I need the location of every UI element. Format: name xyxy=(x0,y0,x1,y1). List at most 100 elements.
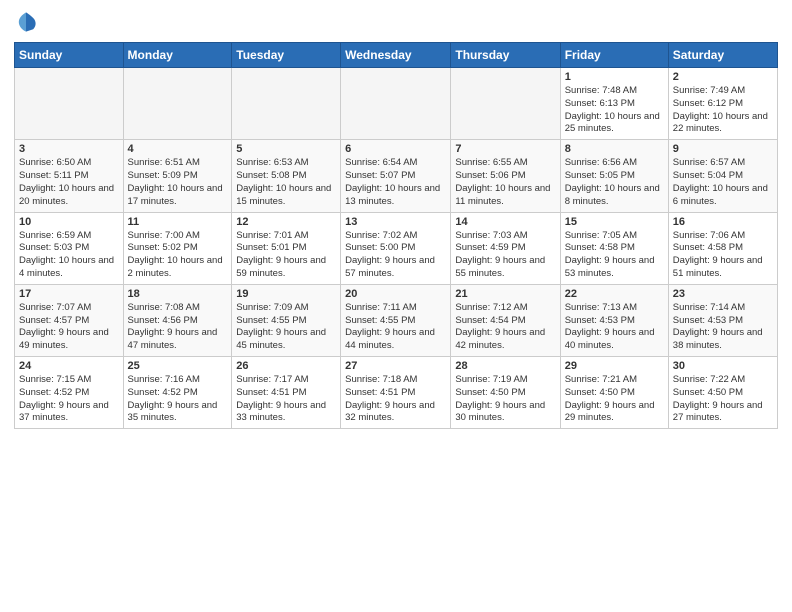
calendar-week-row: 3 Sunrise: 6:50 AM Sunset: 5:11 PM Daylig… xyxy=(15,140,778,212)
calendar-cell: 28Sunrise: 7:19 AM Sunset: 4:50 PM Dayli… xyxy=(451,357,560,429)
day-number: 27 xyxy=(345,360,446,372)
day-info: Sunrise: 7:02 AM Sunset: 5:00 PM Dayligh… xyxy=(345,230,446,281)
weekday-header-tuesday: Tuesday xyxy=(232,43,341,68)
day-info: Sunrise: 7:08 AM Sunset: 4:56 PM Dayligh… xyxy=(128,302,228,353)
calendar-cell: 23 Sunrise: 7:14 AM Sunset: 4:53 PM Dayli… xyxy=(668,284,777,356)
calendar-cell: 13 Sunrise: 7:02 AM Sunset: 5:00 PM Dayli… xyxy=(341,212,451,284)
day-info: Sunrise: 7:17 AM Sunset: 4:51 PM Dayligh… xyxy=(236,374,336,425)
day-info: Sunrise: 6:54 AM Sunset: 5:07 PM Dayligh… xyxy=(345,157,446,208)
calendar-cell xyxy=(341,68,451,140)
page-container: SundayMondayTuesdayWednesdayThursdayFrid… xyxy=(0,0,792,437)
calendar-cell: 19 Sunrise: 7:09 AM Sunset: 4:55 PM Dayli… xyxy=(232,284,341,356)
day-info: Sunrise: 7:09 AM Sunset: 4:55 PM Dayligh… xyxy=(236,302,336,353)
day-info: Sunrise: 7:12 AM Sunset: 4:54 PM Dayligh… xyxy=(455,302,555,353)
weekday-header-row: SundayMondayTuesdayWednesdayThursdayFrid… xyxy=(15,43,778,68)
day-info: Sunrise: 7:06 AM Sunset: 4:58 PM Dayligh… xyxy=(673,230,773,281)
day-info: Sunrise: 7:15 AM Sunset: 4:52 PM Dayligh… xyxy=(19,374,119,425)
day-info: Sunrise: 7:21 AM Sunset: 4:50 PM Dayligh… xyxy=(565,374,664,425)
logo-icon xyxy=(14,10,38,34)
day-number: 15 xyxy=(565,216,664,228)
day-number: 26 xyxy=(236,360,336,372)
calendar-cell: 16 Sunrise: 7:06 AM Sunset: 4:58 PM Dayli… xyxy=(668,212,777,284)
day-number: 16 xyxy=(673,216,773,228)
weekday-header-saturday: Saturday xyxy=(668,43,777,68)
day-info: Sunrise: 6:51 AM Sunset: 5:09 PM Dayligh… xyxy=(128,157,228,208)
day-info: Sunrise: 7:19 AM Sunset: 4:50 PM Dayligh… xyxy=(455,374,555,425)
calendar-cell: 22 Sunrise: 7:13 AM Sunset: 4:53 PM Dayli… xyxy=(560,284,668,356)
calendar-week-row: 1 Sunrise: 7:48 AM Sunset: 6:13 PM Daylig… xyxy=(15,68,778,140)
day-info: Sunrise: 7:11 AM Sunset: 4:55 PM Dayligh… xyxy=(345,302,446,353)
calendar-cell: 24 Sunrise: 7:15 AM Sunset: 4:52 PM Dayli… xyxy=(15,357,124,429)
calendar-week-row: 17Sunrise: 7:07 AM Sunset: 4:57 PM Dayli… xyxy=(15,284,778,356)
day-number: 5 xyxy=(236,143,336,155)
day-info: Sunrise: 7:05 AM Sunset: 4:58 PM Dayligh… xyxy=(565,230,664,281)
calendar-cell: 29 Sunrise: 7:21 AM Sunset: 4:50 PM Dayli… xyxy=(560,357,668,429)
day-info: Sunrise: 7:14 AM Sunset: 4:53 PM Dayligh… xyxy=(673,302,773,353)
calendar-cell: 9 Sunrise: 6:57 AM Sunset: 5:04 PM Daylig… xyxy=(668,140,777,212)
day-info: Sunrise: 7:16 AM Sunset: 4:52 PM Dayligh… xyxy=(128,374,228,425)
day-number: 21 xyxy=(455,288,555,300)
day-number: 1 xyxy=(565,71,664,83)
calendar-cell: 25 Sunrise: 7:16 AM Sunset: 4:52 PM Dayli… xyxy=(123,357,232,429)
calendar-cell: 8 Sunrise: 6:56 AM Sunset: 5:05 PM Daylig… xyxy=(560,140,668,212)
calendar-cell xyxy=(232,68,341,140)
day-info: Sunrise: 7:18 AM Sunset: 4:51 PM Dayligh… xyxy=(345,374,446,425)
header xyxy=(14,10,778,34)
day-info: Sunrise: 6:59 AM Sunset: 5:03 PM Dayligh… xyxy=(19,230,119,281)
day-number: 23 xyxy=(673,288,773,300)
day-info: Sunrise: 7:07 AM Sunset: 4:57 PM Dayligh… xyxy=(19,302,119,353)
calendar-cell: 1 Sunrise: 7:48 AM Sunset: 6:13 PM Daylig… xyxy=(560,68,668,140)
calendar-cell: 17Sunrise: 7:07 AM Sunset: 4:57 PM Dayli… xyxy=(15,284,124,356)
day-info: Sunrise: 6:56 AM Sunset: 5:05 PM Dayligh… xyxy=(565,157,664,208)
day-number: 14 xyxy=(455,216,555,228)
calendar-cell xyxy=(15,68,124,140)
day-number: 24 xyxy=(19,360,119,372)
weekday-header-friday: Friday xyxy=(560,43,668,68)
calendar-cell: 4 Sunrise: 6:51 AM Sunset: 5:09 PM Daylig… xyxy=(123,140,232,212)
weekday-header-monday: Monday xyxy=(123,43,232,68)
calendar-week-row: 24 Sunrise: 7:15 AM Sunset: 4:52 PM Dayli… xyxy=(15,357,778,429)
calendar-cell: 14 Sunrise: 7:03 AM Sunset: 4:59 PM Dayli… xyxy=(451,212,560,284)
calendar-cell: 18 Sunrise: 7:08 AM Sunset: 4:56 PM Dayli… xyxy=(123,284,232,356)
calendar-cell: 12Sunrise: 7:01 AM Sunset: 5:01 PM Dayli… xyxy=(232,212,341,284)
day-info: Sunrise: 7:13 AM Sunset: 4:53 PM Dayligh… xyxy=(565,302,664,353)
calendar-week-row: 10 Sunrise: 6:59 AM Sunset: 5:03 PM Dayli… xyxy=(15,212,778,284)
calendar-cell: 3 Sunrise: 6:50 AM Sunset: 5:11 PM Daylig… xyxy=(15,140,124,212)
calendar-cell: 7Sunrise: 6:55 AM Sunset: 5:06 PM Daylig… xyxy=(451,140,560,212)
calendar-cell: 20 Sunrise: 7:11 AM Sunset: 4:55 PM Dayli… xyxy=(341,284,451,356)
day-info: Sunrise: 6:55 AM Sunset: 5:06 PM Dayligh… xyxy=(455,157,555,208)
day-number: 18 xyxy=(128,288,228,300)
day-number: 13 xyxy=(345,216,446,228)
calendar-cell: 26 Sunrise: 7:17 AM Sunset: 4:51 PM Dayli… xyxy=(232,357,341,429)
calendar-cell: 11 Sunrise: 7:00 AM Sunset: 5:02 PM Dayli… xyxy=(123,212,232,284)
calendar-cell: 15 Sunrise: 7:05 AM Sunset: 4:58 PM Dayli… xyxy=(560,212,668,284)
day-number: 10 xyxy=(19,216,119,228)
day-info: Sunrise: 6:57 AM Sunset: 5:04 PM Dayligh… xyxy=(673,157,773,208)
calendar-cell: 10 Sunrise: 6:59 AM Sunset: 5:03 PM Dayli… xyxy=(15,212,124,284)
day-number: 9 xyxy=(673,143,773,155)
day-number: 4 xyxy=(128,143,228,155)
weekday-header-wednesday: Wednesday xyxy=(341,43,451,68)
day-number: 11 xyxy=(128,216,228,228)
day-number: 22 xyxy=(565,288,664,300)
calendar-cell xyxy=(451,68,560,140)
day-number: 2 xyxy=(673,71,773,83)
day-info: Sunrise: 7:22 AM Sunset: 4:50 PM Dayligh… xyxy=(673,374,773,425)
day-info: Sunrise: 6:50 AM Sunset: 5:11 PM Dayligh… xyxy=(19,157,119,208)
day-number: 12 xyxy=(236,216,336,228)
calendar-cell: 27 Sunrise: 7:18 AM Sunset: 4:51 PM Dayli… xyxy=(341,357,451,429)
day-number: 19 xyxy=(236,288,336,300)
day-number: 29 xyxy=(565,360,664,372)
day-info: Sunrise: 7:48 AM Sunset: 6:13 PM Dayligh… xyxy=(565,85,664,136)
calendar-cell xyxy=(123,68,232,140)
calendar-cell: 5Sunrise: 6:53 AM Sunset: 5:08 PM Daylig… xyxy=(232,140,341,212)
calendar-cell: 2 Sunrise: 7:49 AM Sunset: 6:12 PM Daylig… xyxy=(668,68,777,140)
day-info: Sunrise: 7:03 AM Sunset: 4:59 PM Dayligh… xyxy=(455,230,555,281)
day-info: Sunrise: 7:00 AM Sunset: 5:02 PM Dayligh… xyxy=(128,230,228,281)
day-info: Sunrise: 7:49 AM Sunset: 6:12 PM Dayligh… xyxy=(673,85,773,136)
day-number: 3 xyxy=(19,143,119,155)
day-number: 8 xyxy=(565,143,664,155)
day-number: 20 xyxy=(345,288,446,300)
day-number: 25 xyxy=(128,360,228,372)
calendar-cell: 6Sunrise: 6:54 AM Sunset: 5:07 PM Daylig… xyxy=(341,140,451,212)
